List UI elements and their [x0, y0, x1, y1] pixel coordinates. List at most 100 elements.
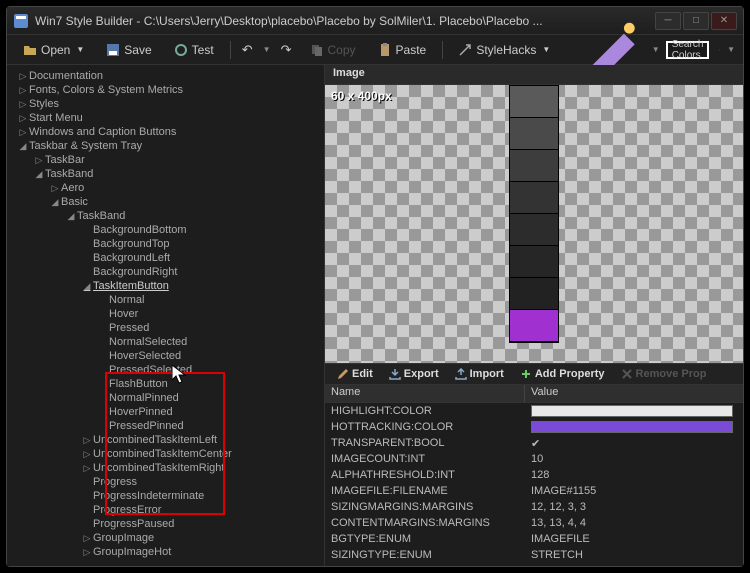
image-preview[interactable]: 60 x 400px: [325, 85, 743, 363]
property-value[interactable]: IMAGE#1155: [525, 485, 743, 497]
tree-item[interactable]: HoverSelected: [7, 349, 324, 363]
search-input[interactable]: Search Colors: [666, 41, 710, 59]
tree-item[interactable]: ▷UncombinedTaskItemRight: [7, 461, 324, 475]
expand-icon[interactable]: ▷: [17, 127, 29, 138]
expand-icon[interactable]: ▷: [17, 113, 29, 124]
tree-item[interactable]: Pressed: [7, 321, 324, 335]
color-swatch[interactable]: [531, 405, 733, 417]
expand-icon[interactable]: ▷: [33, 155, 45, 166]
color-swatch[interactable]: [531, 421, 733, 433]
collapse-icon[interactable]: ◢: [81, 281, 93, 292]
value-column-header[interactable]: Value: [525, 385, 564, 402]
tree-item[interactable]: ◢Basic: [7, 195, 324, 209]
add-property-button[interactable]: Add Property: [514, 368, 611, 380]
tree-item[interactable]: ▷Start Menu: [7, 111, 324, 125]
tree-item[interactable]: BackgroundRight: [7, 265, 324, 279]
tree-item[interactable]: ProgressIndeterminate: [7, 489, 324, 503]
property-row[interactable]: IMAGEFILE:FILENAMEIMAGE#1155: [325, 483, 743, 499]
tree-item[interactable]: ◢Taskbar & System Tray: [7, 139, 324, 153]
tree-item[interactable]: BackgroundTop: [7, 237, 324, 251]
paste-button[interactable]: Paste: [370, 41, 435, 59]
property-row[interactable]: TRANSPARENT:BOOL✔: [325, 435, 743, 451]
tree-item[interactable]: ◢TaskBand: [7, 167, 324, 181]
name-column-header[interactable]: Name: [325, 385, 525, 402]
import-button[interactable]: Import: [449, 368, 510, 380]
minimize-button[interactable]: ─: [655, 12, 681, 30]
open-button[interactable]: Open▼: [15, 41, 92, 59]
edit-button[interactable]: Edit: [331, 368, 379, 380]
stylehacks-button[interactable]: StyleHacks▼: [450, 41, 558, 59]
tree-item[interactable]: PressedPinned: [7, 419, 324, 433]
collapse-icon[interactable]: ◢: [49, 197, 61, 208]
tree-item[interactable]: Normal: [7, 293, 324, 307]
expand-icon[interactable]: ▷: [81, 449, 93, 460]
collapse-icon[interactable]: ◢: [17, 141, 29, 152]
expand-icon[interactable]: ▷: [17, 85, 29, 96]
remove-property-button[interactable]: Remove Prop: [615, 368, 713, 380]
property-row[interactable]: SIZINGTYPE:ENUMSTRETCH: [325, 547, 743, 563]
test-button[interactable]: Test: [166, 41, 222, 59]
property-value[interactable]: ✔: [525, 437, 743, 450]
maximize-button[interactable]: □: [683, 12, 709, 30]
save-button[interactable]: Save: [98, 41, 159, 59]
tree-item[interactable]: BackgroundBottom: [7, 223, 324, 237]
tree-item[interactable]: FlashButton: [7, 377, 324, 391]
tree-item[interactable]: ▷GroupImage: [7, 531, 324, 545]
tree-item[interactable]: ▷GroupImageHot: [7, 545, 324, 559]
collapse-icon[interactable]: ◢: [33, 169, 45, 180]
collapse-icon[interactable]: ◢: [65, 211, 77, 222]
tree-item-label: UncombinedTaskItemRight: [93, 462, 224, 474]
redo-button[interactable]: ↷: [277, 42, 296, 58]
tree-item[interactable]: ▷Fonts, Colors & System Metrics: [7, 83, 324, 97]
tree-item[interactable]: ◢TaskBand: [7, 209, 324, 223]
tree-item[interactable]: ◢TaskItemButton: [7, 279, 324, 293]
expand-icon[interactable]: ▷: [81, 435, 93, 446]
property-value[interactable]: IMAGEFILE: [525, 533, 743, 545]
property-value[interactable]: 13, 13, 4, 4: [525, 517, 743, 529]
property-value[interactable]: [525, 421, 743, 433]
tree-item[interactable]: BackgroundLeft: [7, 251, 324, 265]
property-row[interactable]: HIGHLIGHT:COLOR: [325, 403, 743, 419]
property-row[interactable]: IMAGECOUNT:INT10: [325, 451, 743, 467]
expand-icon[interactable]: ▷: [49, 183, 61, 194]
property-value[interactable]: VERTICAL: [525, 565, 743, 566]
tree-item[interactable]: Hover: [7, 307, 324, 321]
expand-icon[interactable]: ▷: [17, 71, 29, 82]
search-icon[interactable]: [719, 42, 721, 58]
property-row[interactable]: ALPHATHRESHOLD:INT128: [325, 467, 743, 483]
property-value[interactable]: 12, 12, 3, 3: [525, 501, 743, 513]
tree-item[interactable]: HoverPinned: [7, 405, 324, 419]
tree-item[interactable]: PressedSelected: [7, 363, 324, 377]
tree-item[interactable]: ▷Styles: [7, 97, 324, 111]
property-value[interactable]: STRETCH: [525, 549, 743, 561]
tree-item[interactable]: ▷UncombinedTaskItemLeft: [7, 433, 324, 447]
property-value[interactable]: 10: [525, 453, 743, 465]
copy-button[interactable]: Copy: [302, 41, 364, 59]
tree-item[interactable]: ▷TaskBar: [7, 153, 324, 167]
close-button[interactable]: ✕: [711, 12, 737, 30]
tree-panel[interactable]: ▷Documentation▷Fonts, Colors & System Me…: [7, 65, 325, 566]
export-button[interactable]: Export: [383, 368, 445, 380]
property-row[interactable]: CONTENTMARGINS:MARGINS13, 13, 4, 4: [325, 515, 743, 531]
property-value[interactable]: 128: [525, 469, 743, 481]
property-row[interactable]: IMAGELAYOUT:ENUMVERTICAL: [325, 563, 743, 566]
tree-item[interactable]: ▷Documentation: [7, 69, 324, 83]
expand-icon[interactable]: ▷: [81, 463, 93, 474]
property-value[interactable]: [525, 405, 743, 417]
property-row[interactable]: HOTTRACKING:COLOR: [325, 419, 743, 435]
expand-icon[interactable]: ▷: [81, 547, 93, 558]
tree-item[interactable]: NormalSelected: [7, 335, 324, 349]
undo-button[interactable]: ↶: [238, 42, 257, 58]
tree-item[interactable]: ▷Aero: [7, 181, 324, 195]
tree-item[interactable]: ProgressPaused: [7, 517, 324, 531]
property-row[interactable]: SIZINGMARGINS:MARGINS12, 12, 3, 3: [325, 499, 743, 515]
tree-item[interactable]: NormalPinned: [7, 391, 324, 405]
tree-item[interactable]: ▷Windows and Caption Buttons: [7, 125, 324, 139]
expand-icon[interactable]: ▷: [81, 533, 93, 544]
tree-item[interactable]: ProgressError: [7, 503, 324, 517]
tree-item[interactable]: ▷UncombinedTaskItemCenter: [7, 447, 324, 461]
tree-item[interactable]: Progress: [7, 475, 324, 489]
properties-list[interactable]: HIGHLIGHT:COLORHOTTRACKING:COLORTRANSPAR…: [325, 403, 743, 566]
property-row[interactable]: BGTYPE:ENUMIMAGEFILE: [325, 531, 743, 547]
expand-icon[interactable]: ▷: [17, 99, 29, 110]
